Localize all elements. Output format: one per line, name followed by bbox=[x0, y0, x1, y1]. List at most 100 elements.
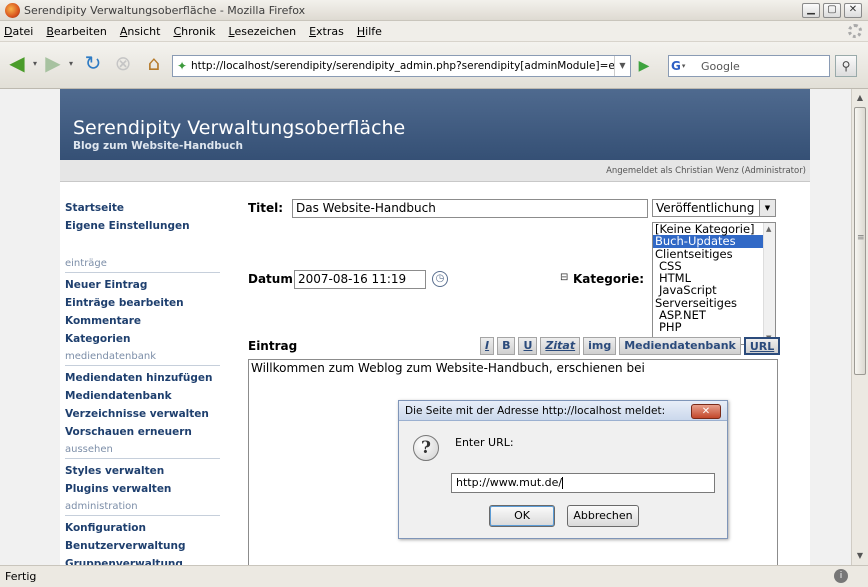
go-arrow-icon[interactable]: ▶ bbox=[635, 57, 653, 75]
url-input[interactable]: http://www.mut.de/ bbox=[451, 473, 715, 493]
window-titlebar: Serendipity Verwaltungsoberfläche - Mozi… bbox=[0, 0, 868, 21]
window-title: Serendipity Verwaltungsoberfläche - Mozi… bbox=[24, 4, 306, 17]
reload-icon[interactable]: ↻ bbox=[80, 50, 106, 76]
sidebar-item-eigene-einstellungen[interactable]: Eigene Einstellungen bbox=[65, 217, 220, 235]
scroll-up-icon[interactable]: ▲ bbox=[852, 91, 868, 105]
site-favicon-icon: ✦ bbox=[176, 59, 188, 73]
google-logo-icon: G bbox=[671, 59, 681, 73]
menu-ansicht[interactable]: Ansicht bbox=[120, 25, 161, 38]
login-info: Angemeldet als Christian Wenz (Administr… bbox=[606, 166, 806, 176]
sidebar-item-styles-verwalten[interactable]: Styles verwalten bbox=[65, 462, 220, 480]
sidebar-item-konfiguration[interactable]: Konfiguration bbox=[65, 519, 220, 537]
firefox-logo-icon bbox=[5, 3, 20, 18]
dialog-title: Die Seite mit der Adresse http://localho… bbox=[405, 405, 666, 417]
menu-datei[interactable]: Datei bbox=[4, 25, 33, 38]
stop-icon[interactable]: ⊗ bbox=[110, 50, 136, 76]
status-info-icon: i bbox=[834, 569, 848, 583]
question-icon: ? bbox=[413, 435, 439, 461]
menu-bearbeiten[interactable]: Bearbeiten bbox=[46, 25, 106, 38]
menu-bar: Datei Bearbeiten Ansicht Chronik Lesezei… bbox=[0, 21, 868, 42]
date-label: Datum: bbox=[248, 272, 298, 286]
search-magnifier-icon[interactable]: ⚲ bbox=[835, 55, 857, 77]
collapse-toggle-icon[interactable]: ⊟ bbox=[560, 272, 568, 283]
sidebar-item-vorschauen-erneuern[interactable]: Vorschauen erneuern bbox=[65, 423, 220, 441]
underline-button[interactable]: U bbox=[518, 337, 538, 355]
image-button[interactable]: img bbox=[583, 337, 617, 355]
back-history-dropdown-icon[interactable]: ▾ bbox=[31, 50, 39, 76]
dialog-titlebar: Die Seite mit der Adresse http://localho… bbox=[399, 401, 727, 421]
close-window-button[interactable]: ✕ bbox=[844, 3, 862, 18]
category-option[interactable]: Buch-Updates bbox=[653, 235, 775, 248]
media-database-button[interactable]: Mediendatenbank bbox=[619, 337, 741, 355]
category-option[interactable]: JavaScript bbox=[653, 284, 775, 297]
address-bar[interactable]: ✦ http://localhost/serendipity/serendipi… bbox=[172, 55, 631, 77]
title-label: Titel: bbox=[248, 201, 284, 215]
minimize-button[interactable]: ▁ bbox=[802, 3, 820, 18]
scrollbar-thumb[interactable] bbox=[854, 107, 866, 375]
sidebar-item-benutzerverwaltung[interactable]: Benutzerverwaltung bbox=[65, 537, 220, 555]
category-label: Kategorie: bbox=[573, 272, 645, 286]
sidebar-section-aussehen: aussehen bbox=[65, 441, 220, 459]
bold-button[interactable]: B bbox=[497, 337, 516, 355]
title-input[interactable]: Das Website-Handbuch bbox=[292, 199, 648, 218]
back-arrow-icon[interactable]: ◀ bbox=[4, 50, 30, 76]
admin-sidebar: Startseite Eigene Einstellungen einträge… bbox=[65, 199, 220, 565]
entry-text: Willkommen zum Weblog zum Website-Handbu… bbox=[251, 361, 645, 375]
navigation-toolbar: ◀ ▾ ▶ ▾ ↻ ⊗ ⌂ ✦ http://localhost/serendi… bbox=[0, 42, 868, 89]
sidebar-item-mediendaten-hinzufuegen[interactable]: Mediendaten hinzufügen bbox=[65, 369, 220, 387]
url-prompt-dialog: Die Seite mit der Adresse http://localho… bbox=[398, 400, 728, 539]
menu-hilfe[interactable]: Hilfe bbox=[357, 25, 382, 38]
home-icon[interactable]: ⌂ bbox=[141, 50, 167, 76]
search-engine-selector[interactable]: G ▾ bbox=[671, 57, 697, 75]
category-options: [Keine Kategorie] Buch-Updates Clientseiti… bbox=[653, 223, 775, 334]
sidebar-item-plugins-verwalten[interactable]: Plugins verwalten bbox=[65, 480, 220, 498]
menu-lesezeichen[interactable]: Lesezeichen bbox=[229, 25, 297, 38]
entry-label: Eintrag bbox=[248, 339, 298, 353]
page-subtitle: Blog zum Website-Handbuch bbox=[73, 140, 243, 152]
search-bar[interactable]: G ▾ Google bbox=[668, 55, 830, 77]
address-input[interactable]: http://localhost/serendipity/serendipity… bbox=[191, 60, 614, 72]
page-scrollbar[interactable]: ▲ ▼ bbox=[851, 89, 868, 565]
sidebar-item-kommentare[interactable]: Kommentare bbox=[65, 312, 220, 330]
login-bar: Angemeldet als Christian Wenz (Administr… bbox=[60, 160, 810, 182]
sidebar-item-kategorien[interactable]: Kategorien bbox=[65, 330, 220, 348]
editor-toolbar: I B U Zitat img Mediendatenbank URL bbox=[480, 337, 781, 355]
sidebar-item-startseite[interactable]: Startseite bbox=[65, 199, 220, 217]
forward-history-dropdown-icon[interactable]: ▾ bbox=[67, 50, 75, 76]
sidebar-item-gruppenverwaltung[interactable]: Gruppenverwaltung bbox=[65, 555, 220, 565]
dialog-prompt: Enter URL: bbox=[455, 436, 514, 449]
insert-url-button[interactable]: URL bbox=[743, 337, 781, 355]
menu-extras[interactable]: Extras bbox=[309, 25, 344, 38]
address-dropdown-icon[interactable]: ▼ bbox=[614, 56, 630, 76]
italic-button[interactable]: I bbox=[480, 337, 495, 355]
scroll-up-icon[interactable]: ▲ bbox=[766, 225, 771, 233]
maximize-button[interactable]: ▢ bbox=[823, 3, 841, 18]
scroll-down-icon[interactable]: ▼ bbox=[852, 549, 868, 563]
sidebar-item-eintraege-bearbeiten[interactable]: Einträge bearbeiten bbox=[65, 294, 220, 312]
sidebar-section-mediendatenbank: mediendatenbank bbox=[65, 348, 220, 366]
page-title: Serendipity Verwaltungsoberfläche bbox=[73, 117, 406, 139]
cancel-button[interactable]: Abbrechen bbox=[567, 505, 639, 527]
category-scrollbar[interactable]: ▲ ▼ bbox=[763, 223, 775, 344]
status-select[interactable]: Veröffentlichung ▼ bbox=[652, 199, 776, 217]
category-option[interactable]: PHP bbox=[653, 321, 775, 334]
page-header: Serendipity Verwaltungsoberfläche Blog z… bbox=[60, 89, 810, 160]
status-text: Fertig bbox=[5, 570, 37, 583]
sidebar-item-neuer-eintrag[interactable]: Neuer Eintrag bbox=[65, 276, 220, 294]
url-input-value: http://www.mut.de/ bbox=[456, 476, 563, 489]
date-input[interactable]: 2007-08-16 11:19 bbox=[294, 270, 426, 289]
sidebar-section-eintraege: einträge bbox=[65, 255, 220, 273]
menu-chronik[interactable]: Chronik bbox=[173, 25, 215, 38]
ok-button[interactable]: OK bbox=[489, 505, 555, 527]
dialog-close-button[interactable]: ✕ bbox=[691, 404, 721, 419]
forward-arrow-icon[interactable]: ▶ bbox=[40, 50, 66, 76]
search-input[interactable]: Google bbox=[701, 60, 740, 73]
clock-icon[interactable]: ◷ bbox=[432, 271, 448, 287]
sidebar-item-verzeichnisse-verwalten[interactable]: Verzeichnisse verwalten bbox=[65, 405, 220, 423]
sidebar-item-mediendatenbank[interactable]: Mediendatenbank bbox=[65, 387, 220, 405]
window-controls: ▁ ▢ ✕ bbox=[802, 3, 862, 18]
category-listbox[interactable]: [Keine Kategorie] Buch-Updates Clientseiti… bbox=[652, 222, 776, 345]
throbber-icon bbox=[848, 24, 862, 38]
quote-button[interactable]: Zitat bbox=[540, 337, 581, 355]
status-bar: Fertig i bbox=[0, 565, 868, 587]
